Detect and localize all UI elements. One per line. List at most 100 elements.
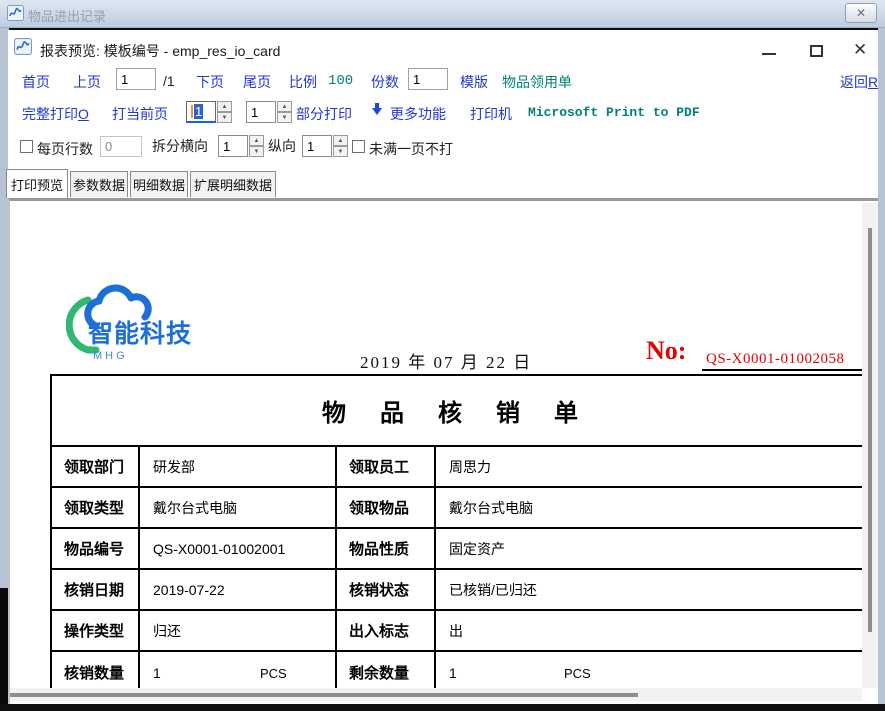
row-value: 固定资产 bbox=[436, 529, 862, 568]
table-row: 物品编号 QS-X0001-01002001 物品性质 固定资产 bbox=[52, 529, 862, 570]
row-value: 1PCS bbox=[436, 652, 862, 693]
split-vertical-stepper[interactable]: 1 ▲▼ bbox=[302, 135, 348, 157]
prev-page-button[interactable]: 上页 bbox=[73, 72, 101, 92]
split-horizontal-value: 1 bbox=[223, 139, 230, 154]
minimize-icon[interactable] bbox=[762, 53, 776, 55]
row-value: QS-X0001-01002001 bbox=[140, 529, 337, 568]
split-vertical-value: 1 bbox=[307, 139, 314, 154]
dialog-app-icon bbox=[14, 38, 32, 55]
printer-name[interactable]: Microsoft Print to PDF bbox=[528, 105, 700, 120]
print-current-button[interactable]: 打当前页 bbox=[112, 104, 168, 124]
row-label: 领取物品 bbox=[337, 488, 436, 527]
split-vertical-label: 纵向 bbox=[268, 136, 296, 156]
company-logo-subtext: MHG bbox=[93, 350, 128, 362]
table-row: 核销数量 1PCS 剩余数量 1PCS bbox=[52, 652, 862, 693]
template-button[interactable]: 模版 bbox=[460, 72, 488, 92]
table-row: 领取类型 戴尔台式电脑 领取物品 戴尔台式电脑 bbox=[52, 488, 862, 529]
row-label: 核销日期 bbox=[52, 570, 140, 609]
copies-input[interactable] bbox=[408, 68, 448, 90]
spinner-up-icon[interactable]: ▲ bbox=[277, 101, 292, 112]
skip-partial-page-checkbox[interactable] bbox=[352, 140, 365, 153]
row-label: 出入标志 bbox=[337, 611, 436, 650]
outer-close-icon[interactable]: ✕ bbox=[845, 3, 877, 23]
last-page-button[interactable]: 尾页 bbox=[243, 72, 271, 92]
horizontal-scrollbar[interactable] bbox=[10, 688, 862, 701]
back-accel: R bbox=[868, 74, 878, 90]
copies-button[interactable]: 份数 bbox=[371, 72, 399, 92]
text-caret bbox=[191, 105, 193, 118]
spinner-down-icon[interactable]: ▼ bbox=[277, 112, 292, 123]
spinner-down-icon[interactable]: ▼ bbox=[249, 146, 264, 157]
table-row: 操作类型 归还 出入标志 出 bbox=[52, 611, 862, 652]
spinner-down-icon[interactable]: ▼ bbox=[333, 146, 348, 157]
partial-from-stepper[interactable]: 1 ▲▼ bbox=[186, 101, 232, 123]
quantity-value: 1 bbox=[449, 665, 457, 681]
row-label: 核销数量 bbox=[52, 652, 140, 693]
row-value: 戴尔台式电脑 bbox=[140, 488, 337, 527]
next-page-button[interactable]: 下页 bbox=[196, 72, 224, 92]
rows-per-page-checkbox[interactable] bbox=[20, 140, 33, 153]
maximize-icon[interactable] bbox=[810, 45, 823, 57]
scale-button[interactable]: 比例 bbox=[289, 72, 317, 92]
spinner-up-icon[interactable]: ▲ bbox=[333, 135, 348, 146]
table-row: 核销日期 2019-07-22 核销状态 已核销/已归还 bbox=[52, 570, 862, 611]
no-underline-rule bbox=[702, 369, 863, 371]
close-icon[interactable]: ✕ bbox=[853, 40, 867, 60]
row-label: 领取类型 bbox=[52, 488, 140, 527]
template-name[interactable]: 物品领用单 bbox=[502, 72, 572, 92]
vertical-scrollbar-thumb[interactable] bbox=[868, 228, 872, 632]
printer-button[interactable]: 打印机 bbox=[470, 104, 512, 124]
row-value: 周思力 bbox=[436, 447, 862, 486]
full-print-button[interactable]: 完整打印O bbox=[22, 104, 89, 124]
split-horizontal-stepper[interactable]: 1 ▲▼ bbox=[218, 135, 264, 157]
outer-titlebar: 物品进出记录 ✕ bbox=[0, 0, 885, 28]
tab-extended-detail-data[interactable]: 扩展明细数据 bbox=[190, 171, 276, 197]
row-label: 领取部门 bbox=[52, 447, 140, 486]
tab-detail-data[interactable]: 明细数据 bbox=[130, 171, 188, 197]
tab-print-preview[interactable]: 打印预览 bbox=[6, 169, 68, 198]
outer-window-title: 物品进出记录 bbox=[28, 6, 106, 25]
voucher-table: 物 品 核 销 单 领取部门 研发部 领取员工 周思力 领取类型 戴尔台式电脑 … bbox=[50, 374, 862, 695]
full-print-accel: O bbox=[78, 106, 89, 122]
page-number-input[interactable] bbox=[116, 68, 156, 90]
tab-parameter-data[interactable]: 参数数据 bbox=[70, 171, 128, 197]
first-page-button[interactable]: 首页 bbox=[22, 72, 50, 92]
row-label: 核销状态 bbox=[337, 570, 436, 609]
more-functions-icon bbox=[372, 103, 382, 115]
partial-print-button[interactable]: 部分打印 bbox=[296, 104, 352, 124]
screen-bottom-edge bbox=[0, 704, 885, 711]
row-value: 1 PCS bbox=[140, 652, 337, 693]
more-functions-button[interactable]: 更多功能 bbox=[390, 104, 446, 124]
document-no-value: QS-X0001-01002058 bbox=[706, 351, 845, 368]
voucher-title: 物 品 核 销 单 bbox=[52, 376, 862, 447]
full-print-label: 完整打印 bbox=[22, 106, 78, 122]
document-date: 2019 年 07 月 22 日 bbox=[360, 348, 532, 373]
back-label: 返回 bbox=[840, 74, 868, 90]
horizontal-scrollbar-thumb[interactable] bbox=[10, 693, 638, 697]
spinner-up-icon[interactable]: ▲ bbox=[217, 101, 232, 112]
vertical-scrollbar[interactable] bbox=[862, 203, 878, 688]
partial-to-stepper[interactable]: 1 ▲▼ bbox=[246, 101, 292, 123]
row-value: 出 bbox=[436, 611, 862, 650]
quantity-unit: PCS bbox=[260, 666, 287, 681]
spinner-down-icon[interactable]: ▼ bbox=[217, 112, 232, 123]
row-value: 2019-07-22 bbox=[140, 570, 337, 609]
quantity-value: 1 bbox=[153, 665, 161, 681]
split-horizontal-label: 拆分横向 bbox=[152, 136, 208, 156]
row-label: 领取员工 bbox=[337, 447, 436, 486]
row-value: 已核销/已归还 bbox=[436, 570, 862, 609]
rows-per-page-label: 每页行数 bbox=[37, 139, 93, 159]
row-value: 研发部 bbox=[140, 447, 337, 486]
rows-per-page-input[interactable] bbox=[100, 136, 142, 157]
back-button[interactable]: 返回R bbox=[840, 72, 878, 92]
page-total-label: /1 bbox=[163, 73, 175, 89]
row-label: 剩余数量 bbox=[337, 652, 436, 693]
skip-partial-page-label: 未满一页不打 bbox=[369, 139, 453, 159]
spinner-up-icon[interactable]: ▲ bbox=[249, 135, 264, 146]
row-label: 物品编号 bbox=[52, 529, 140, 568]
table-row: 领取部门 研发部 领取员工 周思力 bbox=[52, 447, 862, 488]
row-value: 戴尔台式电脑 bbox=[436, 488, 862, 527]
window-frame-right bbox=[878, 28, 885, 704]
row-value: 归还 bbox=[140, 611, 337, 650]
app-icon bbox=[7, 5, 24, 21]
